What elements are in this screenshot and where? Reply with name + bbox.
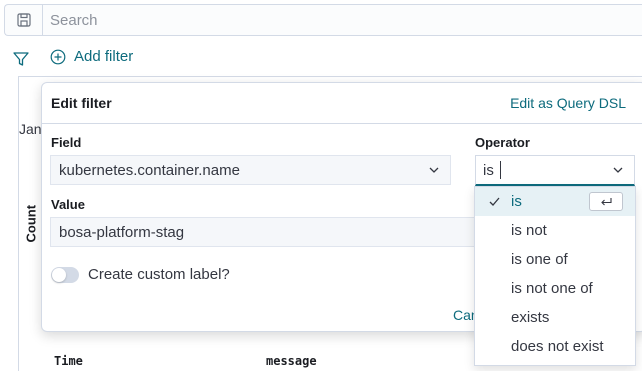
custom-label-switch[interactable] bbox=[51, 266, 79, 283]
option-label: is not one of bbox=[511, 280, 593, 297]
filter-bar: Add filter bbox=[0, 42, 642, 76]
add-filter-button[interactable]: Add filter bbox=[50, 48, 133, 65]
chevron-down-icon[interactable] bbox=[428, 164, 440, 176]
saved-query-button[interactable] bbox=[4, 4, 42, 36]
value-text: bosa-platform-stag bbox=[59, 223, 185, 241]
save-icon bbox=[16, 13, 31, 27]
text-cursor bbox=[499, 161, 501, 179]
column-header-time[interactable]: Time bbox=[54, 354, 83, 368]
popover-title: Edit filter bbox=[51, 95, 112, 111]
value-label: Value bbox=[51, 197, 85, 212]
search-placeholder: Search bbox=[50, 11, 98, 29]
plus-circle-icon bbox=[50, 49, 66, 64]
operator-option-exists[interactable]: exists bbox=[475, 303, 635, 332]
operator-options-list: is is not is one of is not one of exists… bbox=[474, 186, 636, 366]
field-combobox[interactable]: kubernetes.container.name bbox=[50, 155, 451, 185]
option-label: does not exist bbox=[511, 338, 604, 355]
search-input[interactable]: Search bbox=[42, 4, 642, 36]
field-value: kubernetes.container.name bbox=[59, 161, 240, 179]
histogram-y-axis-label: Count bbox=[23, 204, 39, 243]
operator-option-does-not-exist[interactable]: does not exist bbox=[475, 332, 635, 361]
custom-label-toggle-row: Create custom label? bbox=[51, 266, 230, 283]
option-label: is not bbox=[511, 222, 547, 239]
operator-option-is-not[interactable]: is not bbox=[475, 216, 635, 245]
chevron-down-icon[interactable] bbox=[612, 164, 624, 176]
option-label: exists bbox=[511, 309, 550, 326]
operator-label: Operator bbox=[475, 135, 530, 150]
histogram-date-label: Jan bbox=[19, 121, 42, 137]
operator-option-is[interactable]: is bbox=[475, 187, 635, 216]
enter-key-badge bbox=[589, 192, 623, 211]
operator-option-is-one-of[interactable]: is one of bbox=[475, 245, 635, 274]
operator-combobox[interactable]: is bbox=[475, 155, 635, 186]
add-filter-label: Add filter bbox=[74, 48, 134, 65]
column-header-message[interactable]: message bbox=[266, 354, 317, 368]
value-input[interactable]: bosa-platform-stag bbox=[50, 217, 480, 247]
query-bar: Search bbox=[0, 0, 642, 38]
operator-option-is-not-one-of[interactable]: is not one of bbox=[475, 274, 635, 303]
option-label: is bbox=[511, 193, 522, 210]
operator-value: is bbox=[483, 161, 494, 179]
check-icon bbox=[489, 197, 500, 206]
option-label: is one of bbox=[511, 251, 568, 268]
return-key-icon bbox=[601, 197, 612, 205]
filter-icon[interactable] bbox=[12, 50, 30, 68]
edit-as-query-dsl-link[interactable]: Edit as Query DSL bbox=[510, 95, 626, 111]
field-label: Field bbox=[51, 135, 82, 150]
custom-label-text: Create custom label? bbox=[88, 266, 230, 283]
popover-header: Edit filter Edit as Query DSL bbox=[42, 83, 642, 124]
